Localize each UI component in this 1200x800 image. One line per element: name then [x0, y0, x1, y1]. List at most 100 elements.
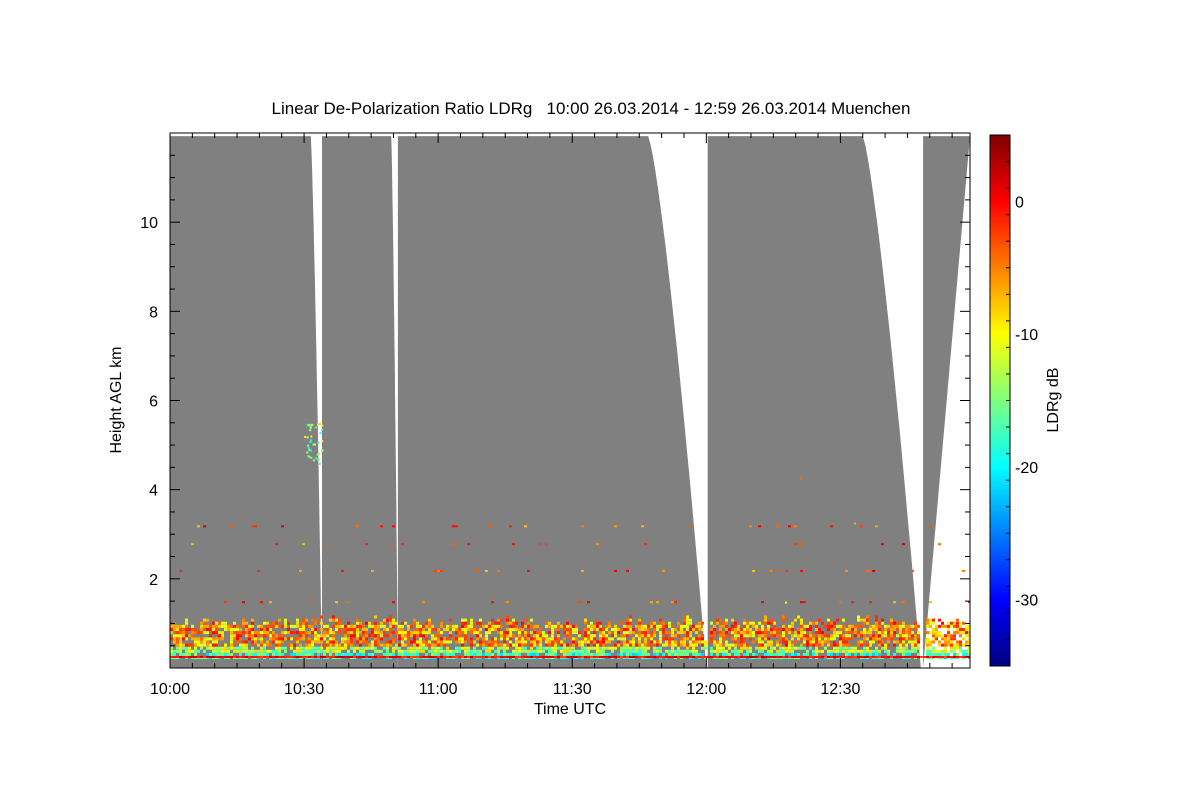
ldr-cell [743, 624, 746, 628]
ldr-cell [626, 646, 629, 650]
ldr-cell [488, 643, 491, 647]
ldr-cell [185, 618, 188, 622]
ldr-cell [947, 634, 950, 638]
ldr-cell [335, 601, 338, 604]
ldr-cell [857, 631, 860, 635]
ldr-cell [938, 655, 941, 658]
ldr-cell [857, 649, 860, 653]
ldr-cell [749, 525, 752, 528]
ldr-cell [785, 631, 788, 635]
ldr-cell [254, 649, 257, 653]
ldr-cell [306, 423, 309, 426]
ldr-cell [266, 640, 269, 644]
ldr-cell [860, 624, 863, 628]
ldr-cell [350, 640, 353, 644]
ldr-cell [410, 655, 413, 658]
ldr-cell [815, 624, 818, 628]
ldr-cell [662, 655, 665, 658]
ldr-cell [959, 624, 962, 628]
ldr-cell [377, 631, 380, 635]
ldr-cell [281, 640, 284, 644]
ldr-cell [869, 652, 872, 656]
ldr-cell [311, 640, 314, 644]
ldr-cell [563, 655, 566, 658]
ldr-cell [647, 652, 650, 656]
ldr-cell [617, 655, 620, 658]
ldr-cell [209, 643, 212, 647]
ldr-cell [494, 640, 497, 644]
ldr-cell [929, 631, 932, 635]
ldr-cell [569, 637, 572, 641]
ldr-cell [710, 637, 713, 641]
ldr-cell [398, 634, 401, 638]
ldr-cell [407, 649, 410, 653]
ldr-cell [683, 640, 686, 644]
ldr-cell [464, 627, 467, 631]
ldr-cell [380, 655, 383, 658]
ldr-cell [830, 634, 833, 638]
ldr-cell [896, 627, 899, 631]
ldr-cell [518, 631, 521, 635]
ldr-cell [800, 624, 803, 628]
ldr-cell [947, 637, 950, 641]
ldr-cell [950, 646, 953, 650]
ldr-cell [761, 637, 764, 641]
ldr-cell [878, 621, 881, 625]
ldr-cell [383, 631, 386, 635]
ldr-cell [746, 643, 749, 647]
ldr-cell [863, 652, 866, 656]
ldr-cell [716, 618, 719, 622]
ldr-cell [722, 649, 725, 653]
ldr-cell [566, 621, 569, 625]
ldr-cell [755, 631, 758, 635]
ldr-cell [620, 621, 623, 625]
ldr-cell [530, 640, 533, 644]
ldr-cell [962, 621, 965, 625]
ldr-cell [611, 627, 614, 631]
ldr-cell [878, 624, 881, 628]
ldr-cell [263, 627, 266, 631]
ldr-cell [692, 652, 695, 656]
ldr-cell [665, 655, 668, 658]
ldr-cell [425, 634, 428, 638]
ldr-cell [350, 637, 353, 641]
ldr-cell [683, 621, 686, 625]
ldr-cell [320, 646, 323, 650]
ldr-cell [524, 649, 527, 653]
ldr-cell [830, 637, 833, 641]
y-axis-label: Height AGL km [108, 346, 125, 453]
ldr-cell [812, 655, 815, 658]
ldr-cell [821, 640, 824, 644]
ldr-cell [266, 631, 269, 635]
ldr-cell [938, 624, 941, 628]
ldr-cell [314, 637, 317, 641]
ldr-cell [443, 652, 446, 656]
ldr-cell [188, 627, 191, 631]
ldr-cell [554, 649, 557, 653]
ldr-cell [743, 640, 746, 644]
ldr-cell [911, 624, 914, 628]
ldr-cell [254, 652, 257, 656]
ldr-cell [386, 646, 389, 650]
ldr-cell [401, 652, 404, 656]
ldr-cell [866, 649, 869, 653]
ldr-cell [308, 649, 311, 653]
ldr-cell [212, 624, 215, 628]
ldr-cell [590, 637, 593, 641]
ldr-cell [965, 631, 968, 635]
ldr-cell [860, 652, 863, 656]
ldr-cell [695, 631, 698, 635]
ldr-cell [749, 655, 752, 658]
ldr-cell [446, 646, 449, 650]
ldr-cell [419, 637, 422, 641]
ldr-cell [629, 646, 632, 650]
ldr-cell [338, 631, 341, 635]
ldr-cell [200, 640, 203, 644]
ldr-cell [395, 621, 398, 625]
ldr-cell [629, 655, 632, 658]
ldr-cell [764, 655, 767, 658]
ldr-cell [377, 649, 380, 653]
ldr-cell [593, 637, 596, 641]
ldr-cell [306, 451, 309, 454]
ldr-cell [884, 655, 887, 658]
